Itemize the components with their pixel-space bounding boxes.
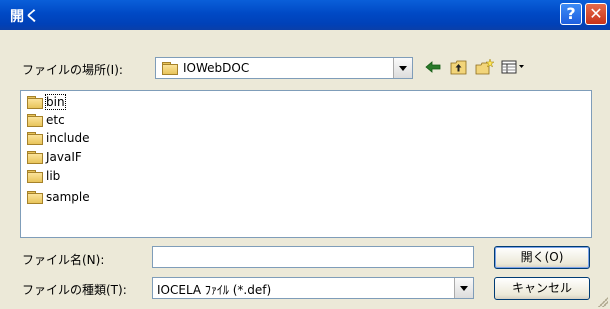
title-bar[interactable]: 開く ? ✕ (0, 0, 610, 30)
look-in-value: IOWebDOC (183, 61, 250, 75)
folder-icon (27, 151, 43, 164)
filename-input[interactable] (152, 246, 474, 268)
view-menu-icon[interactable] (500, 58, 526, 76)
list-item[interactable]: lib (27, 167, 60, 185)
close-button[interactable]: ✕ (585, 3, 607, 25)
file-list[interactable]: bin etc include JavaIF lib sample (20, 90, 592, 238)
look-in-combo[interactable]: IOWebDOC (155, 57, 413, 79)
list-item[interactable]: JavaIF (27, 148, 82, 166)
list-item[interactable]: etc (27, 111, 65, 129)
filetype-label: ファイルの種類(T): (22, 283, 127, 297)
cancel-button[interactable]: キャンセル (494, 277, 590, 300)
chevron-down-icon[interactable] (393, 58, 412, 78)
open-button[interactable]: 開く(O) (494, 246, 590, 269)
folder-icon (27, 132, 43, 145)
filetype-value: IOCELA ﾌｧｲﾙ (*.def) (157, 283, 272, 297)
look-in-label: ファイルの場所(I): (22, 63, 123, 77)
new-folder-icon[interactable] (475, 58, 495, 76)
open-file-dialog: 開く ? ✕ ファイルの場所(I): IOWebDOC bin etc incl… (0, 0, 610, 309)
up-folder-icon[interactable] (449, 58, 469, 76)
window-title: 開く (10, 9, 40, 25)
list-item[interactable]: bin (27, 93, 66, 111)
folder-icon (27, 114, 43, 127)
help-button[interactable]: ? (560, 3, 582, 25)
list-item[interactable]: sample (27, 188, 90, 206)
filetype-select[interactable]: IOCELA ﾌｧｲﾙ (*.def) (152, 277, 474, 299)
back-arrow-icon[interactable] (423, 58, 443, 76)
list-item[interactable]: include (27, 129, 89, 147)
folder-icon (27, 191, 43, 204)
folder-icon (27, 170, 43, 183)
resize-grip[interactable] (598, 297, 608, 307)
chevron-down-icon[interactable] (454, 278, 473, 298)
folder-icon (27, 96, 43, 109)
filename-label: ファイル名(N): (22, 253, 105, 267)
